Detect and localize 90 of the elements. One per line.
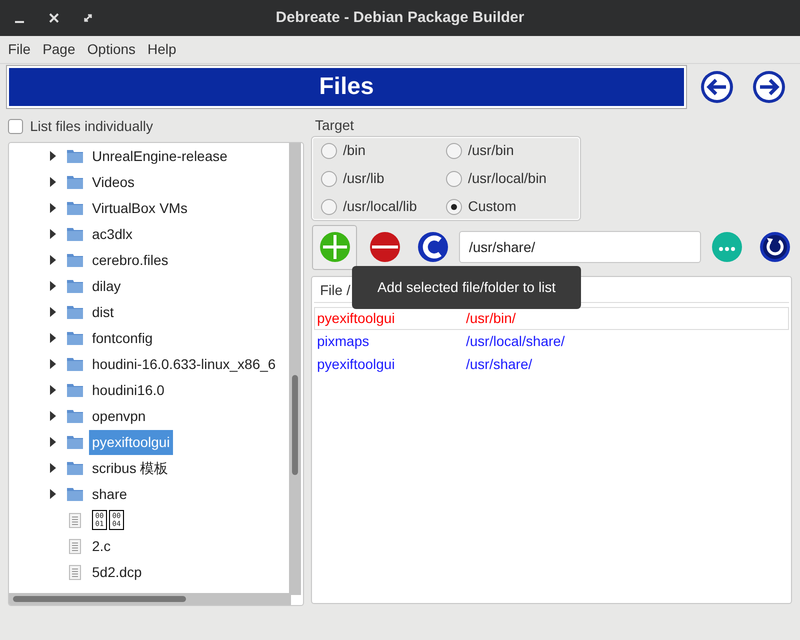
expander-icon[interactable]	[50, 177, 56, 187]
expander-icon[interactable]	[50, 463, 56, 473]
expander-icon[interactable]	[50, 437, 56, 447]
scrollbar-thumb[interactable]	[292, 375, 298, 475]
folder-icon	[67, 331, 83, 345]
tree-item[interactable]: 2.c	[89, 534, 114, 558]
folder-icon	[67, 149, 83, 163]
horizontal-scrollbar[interactable]	[9, 593, 291, 605]
expander-icon[interactable]	[50, 385, 56, 395]
radio-button[interactable]	[321, 142, 337, 158]
tree-item[interactable]: fontconfig	[89, 326, 156, 350]
radio-button[interactable]	[446, 170, 462, 186]
radio-label: /usr/lib	[343, 169, 384, 188]
expander-icon[interactable]	[50, 333, 56, 343]
tree-item[interactable]: cerebro.files	[89, 248, 172, 272]
tree-item[interactable]: dilay	[89, 274, 124, 298]
folder-icon	[67, 409, 83, 423]
tooltip: Add selected file/folder to list	[352, 266, 581, 309]
folder-icon	[67, 253, 83, 267]
radio-label: /bin	[343, 141, 366, 160]
radio-button[interactable]	[446, 198, 462, 214]
table-row[interactable]: pixmaps /usr/local/share/	[314, 330, 789, 353]
expander-icon[interactable]	[50, 151, 56, 161]
radio-label: /usr/bin	[468, 141, 514, 160]
folder-icon	[67, 305, 83, 319]
expander-icon[interactable]	[50, 281, 56, 291]
close-icon[interactable]	[48, 12, 60, 24]
menu-item[interactable]: Page	[36, 39, 82, 60]
maximize-icon[interactable]	[82, 12, 94, 24]
folder-icon	[67, 383, 83, 397]
radio-button[interactable]	[446, 142, 462, 158]
table-row[interactable]: pyexiftoolgui /usr/share/	[314, 353, 789, 376]
radio-button[interactable]	[321, 198, 337, 214]
expander-icon[interactable]	[50, 203, 56, 213]
table-cell-text: pyexiftoolgui	[316, 309, 396, 328]
radio-label: Custom	[468, 197, 516, 216]
text-file-icon	[69, 512, 81, 528]
tree-item[interactable]: Videos	[89, 170, 138, 194]
folder-icon	[67, 357, 83, 371]
tree-item[interactable]: share	[89, 482, 130, 506]
tree-item[interactable]: scribus 模板	[89, 456, 172, 480]
tree-item[interactable]: houdini16.0	[89, 378, 168, 402]
scrollbar-thumb[interactable]	[13, 596, 186, 602]
radio-button[interactable]	[321, 170, 337, 186]
folder-icon	[67, 227, 83, 241]
refresh-icon[interactable]	[759, 231, 791, 263]
folder-icon	[67, 201, 83, 215]
tree-item[interactable]: ac3dlx	[89, 222, 136, 246]
add-button[interactable]	[312, 224, 357, 270]
menu-item[interactable]: Help	[142, 39, 182, 60]
checkbox-label: List files individually	[30, 116, 153, 136]
table-cell-text: /usr/bin/	[465, 309, 516, 328]
folder-icon	[67, 279, 83, 293]
expander-icon[interactable]	[50, 411, 56, 421]
menu-item[interactable]: Options	[81, 39, 142, 60]
text-file-icon	[69, 564, 81, 580]
tree-item[interactable]: VirtualBox VMs	[89, 196, 190, 220]
plus-icon	[318, 231, 350, 263]
table-cell-text: /usr/local/share/	[465, 332, 565, 351]
clear-icon[interactable]	[417, 231, 449, 263]
radio-label: /usr/local/bin	[468, 169, 547, 188]
target-label: Target	[314, 116, 355, 135]
tree-item[interactable]: UnrealEngine-release	[89, 144, 230, 168]
table-cell-text: pixmaps	[316, 332, 370, 351]
custom-path-input: /usr/share/	[469, 236, 691, 258]
expander-icon[interactable]	[50, 255, 56, 265]
more-icon[interactable]	[711, 231, 743, 263]
menu-item[interactable]: File	[2, 39, 37, 60]
table-cell-text: /usr/share/	[465, 355, 532, 374]
window-title: Debreate - Debian Package Builder	[276, 8, 524, 28]
tree-item[interactable]: openvpn	[89, 404, 149, 428]
checkbox[interactable]	[8, 118, 23, 134]
radio-label: /usr/local/lib	[343, 197, 417, 216]
folder-icon	[67, 487, 83, 501]
expander-icon[interactable]	[50, 307, 56, 317]
folder-icon	[67, 435, 83, 449]
folder-icon	[67, 461, 83, 475]
table-cell-text: pyexiftoolgui	[316, 355, 396, 374]
tree-item[interactable]: 5d2.dcp	[89, 560, 145, 584]
page-banner: Files	[7, 66, 686, 108]
custom-path-field[interactable]: /usr/share/	[459, 231, 701, 263]
expander-icon[interactable]	[50, 359, 56, 369]
tree-item[interactable]: houdini-16.0.633-linux_x86_6	[89, 352, 279, 376]
folder-icon	[67, 175, 83, 189]
tree-item[interactable]: dist	[89, 300, 117, 324]
text-file-icon	[69, 538, 81, 554]
vertical-scrollbar[interactable]	[289, 143, 301, 595]
expander-icon[interactable]	[50, 229, 56, 239]
expander-icon[interactable]	[50, 489, 56, 499]
minus-icon[interactable]	[369, 231, 401, 263]
